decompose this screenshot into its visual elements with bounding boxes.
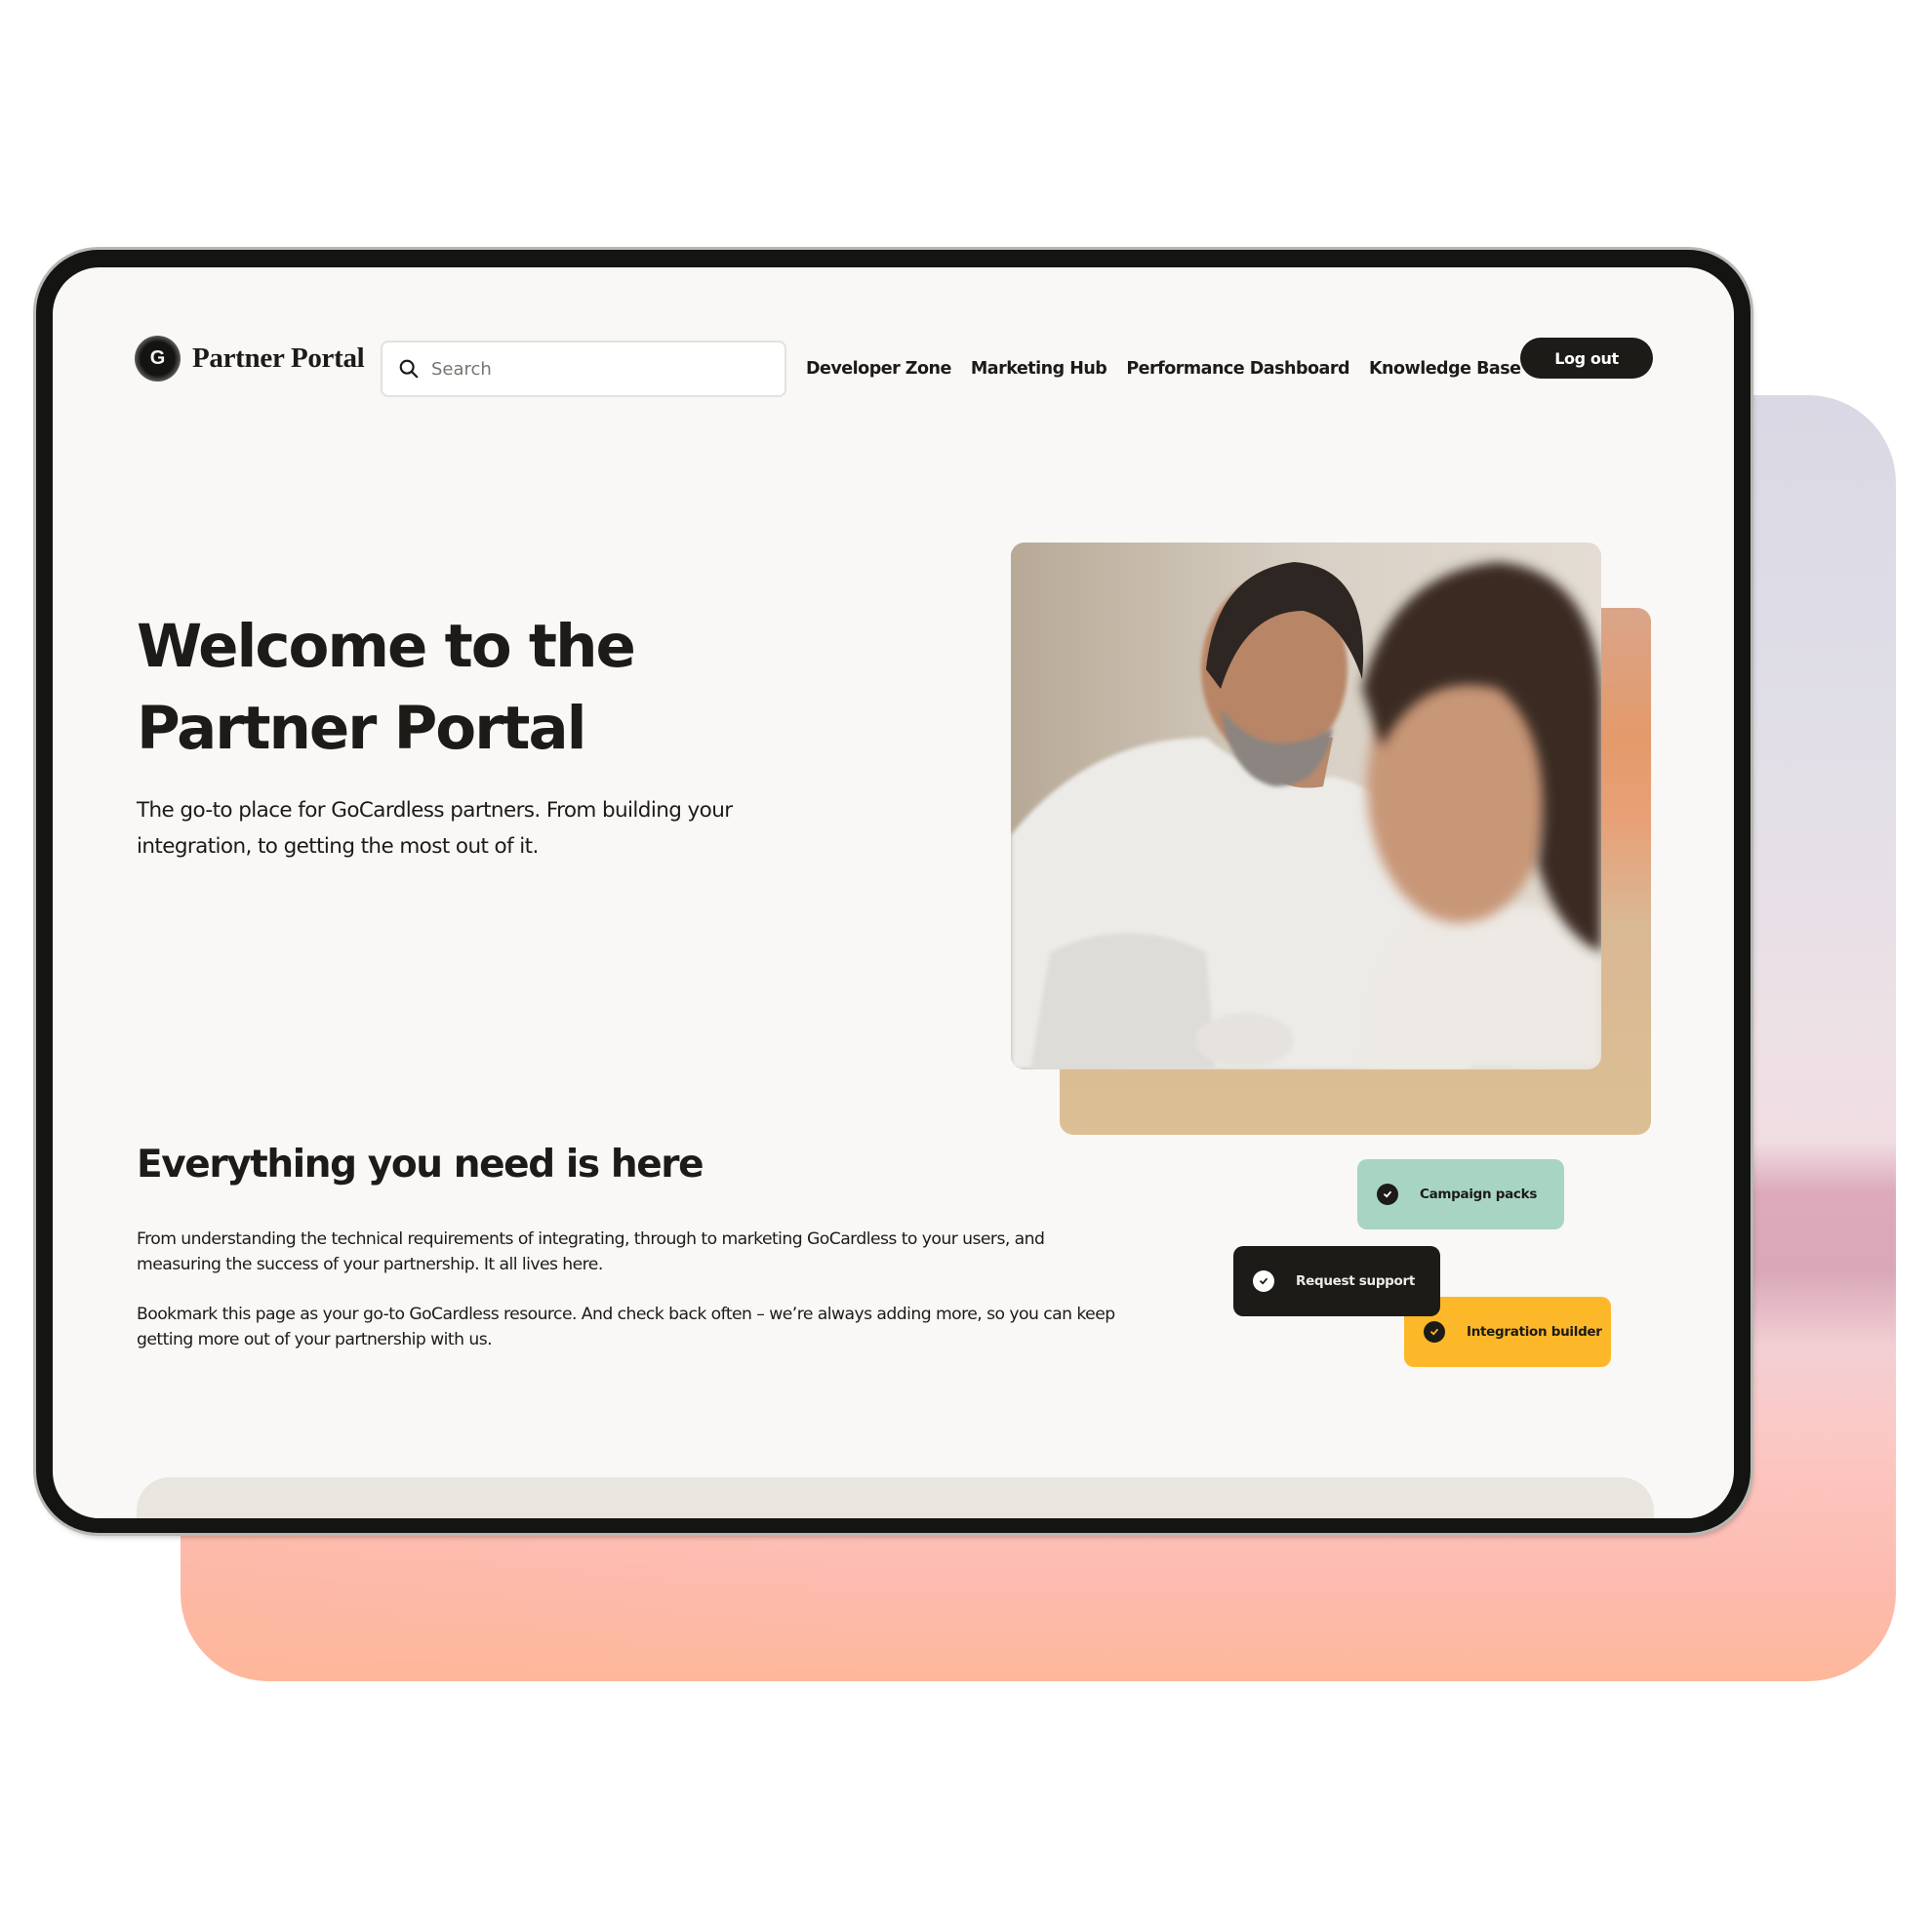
search-input[interactable]: [431, 358, 763, 380]
nav-developer-zone[interactable]: Developer Zone: [806, 359, 951, 379]
check-circle-icon: [1377, 1184, 1398, 1205]
portal-screen: G Partner Portal Developer Zone Marketin…: [53, 267, 1734, 1518]
chip-request-support[interactable]: Request support: [1233, 1246, 1440, 1316]
tablet-frame: G Partner Portal Developer Zone Marketin…: [36, 250, 1751, 1533]
logo-letter: G: [149, 347, 166, 369]
main-nav: Developer Zone Marketing Hub Performance…: [806, 345, 1541, 392]
hero-title-line-1: Welcome to the: [137, 612, 636, 681]
chip-label: Request support: [1296, 1273, 1416, 1289]
features-paragraph-1: From understanding the technical require…: [137, 1229, 1045, 1274]
brand-logo[interactable]: G Partner Portal: [135, 336, 365, 382]
next-section-card: [137, 1477, 1654, 1518]
nav-knowledge-base[interactable]: Knowledge Base: [1369, 359, 1521, 379]
search-box[interactable]: [381, 341, 786, 397]
nav-performance-dashboard[interactable]: Performance Dashboard: [1126, 359, 1349, 379]
chip-label: Campaign packs: [1420, 1187, 1538, 1202]
hero-photo-illustration: [1011, 543, 1601, 1069]
brand-name: Partner Portal: [192, 342, 365, 374]
search-icon: [399, 359, 419, 379]
hero-subtitle: The go-to place for GoCardless partners.…: [137, 798, 733, 859]
features-paragraph-2: Bookmark this page as your go-to GoCardl…: [137, 1305, 1115, 1349]
check-circle-icon: [1424, 1321, 1445, 1343]
hero-title: Welcome to the Partner Portal: [137, 606, 820, 770]
gocardless-logo-icon: G: [135, 336, 181, 382]
features-title: Everything you need is here: [137, 1143, 704, 1187]
chip-label: Integration builder: [1467, 1324, 1602, 1340]
logout-button[interactable]: Log out: [1520, 338, 1653, 379]
hero-photo: [1011, 543, 1601, 1069]
hero-title-line-2: Partner Portal: [137, 694, 587, 763]
chip-campaign-packs[interactable]: Campaign packs: [1357, 1159, 1564, 1229]
nav-marketing-hub[interactable]: Marketing Hub: [971, 359, 1107, 379]
check-circle-icon: [1253, 1270, 1274, 1292]
